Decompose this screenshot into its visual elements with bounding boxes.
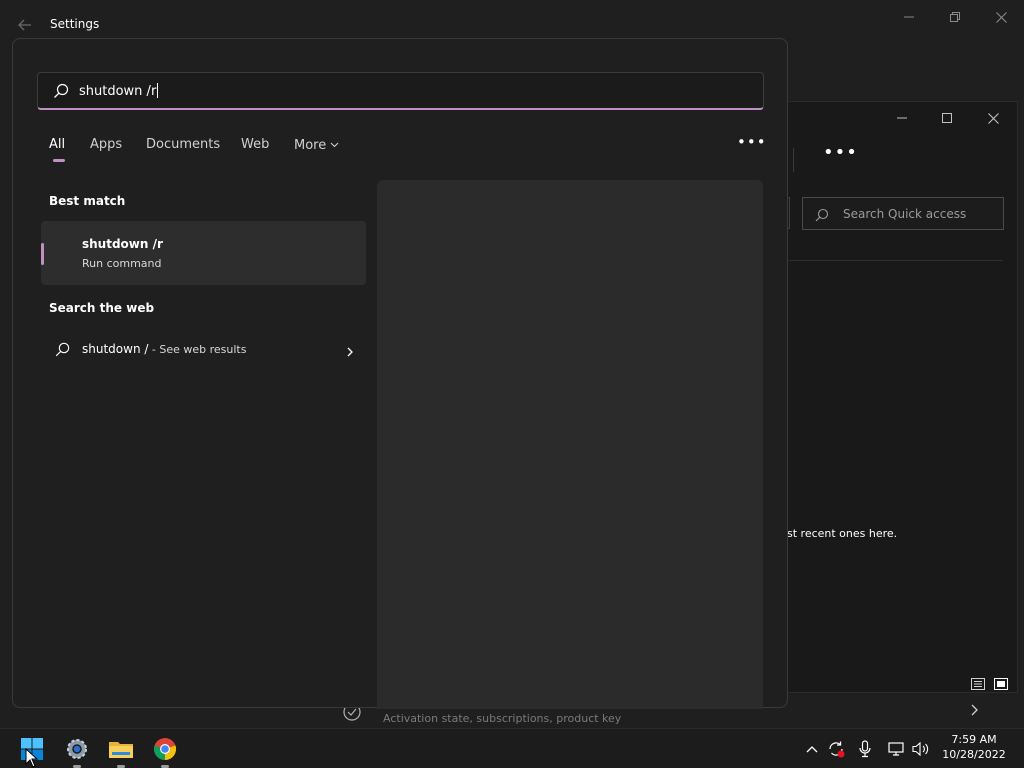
- best-match-heading: Best match: [49, 194, 126, 208]
- chevron-down-icon: [330, 137, 339, 152]
- result-title: shutdown /r: [82, 237, 163, 251]
- web-result-text: shutdown / - See web results: [82, 342, 246, 356]
- restore-icon[interactable]: [940, 6, 970, 28]
- quick-access-search-input[interactable]: Search Quick access: [802, 197, 1004, 230]
- clock-date: 10/28/2022: [942, 748, 1006, 761]
- chevron-right-icon: [344, 343, 356, 357]
- explorer-maximize-icon[interactable]: [932, 107, 962, 129]
- chevron-up-icon[interactable]: [802, 739, 822, 759]
- search-icon: [815, 207, 829, 222]
- sync-error-icon[interactable]: [826, 739, 846, 759]
- details-view-icon[interactable]: [971, 675, 985, 690]
- explorer-minimize-icon[interactable]: [887, 107, 917, 129]
- settings-title: Settings: [50, 17, 100, 31]
- tab-documents[interactable]: Documents: [146, 137, 220, 152]
- taskbar: 7:59 AM 10/28/2022: [0, 728, 1024, 768]
- more-options-icon[interactable]: •••: [737, 133, 767, 151]
- back-arrow-icon[interactable]: [14, 14, 36, 36]
- toolbar-separator: [793, 148, 794, 172]
- file-explorer-window: ••• Search Quick access st recent ones h…: [786, 101, 1018, 693]
- tab-label: Apps: [90, 137, 123, 152]
- mouse-cursor-icon: [25, 747, 39, 768]
- tab-label: All: [49, 137, 66, 152]
- search-input[interactable]: shutdown /r: [37, 72, 764, 110]
- search-web-heading: Search the web: [49, 301, 155, 315]
- web-result[interactable]: shutdown / - See web results: [41, 331, 366, 369]
- activation-text: Activation state, subscriptions, product…: [383, 712, 622, 724]
- result-preview-pane: [377, 180, 763, 709]
- result-subtitle: Run command: [82, 257, 162, 270]
- best-match-result[interactable]: shutdown /r Run command: [41, 221, 366, 285]
- large-icons-view-icon[interactable]: [994, 675, 1008, 690]
- chrome-icon[interactable]: [150, 734, 180, 768]
- tab-label: Web: [241, 137, 270, 152]
- tab-apps[interactable]: Apps: [90, 137, 122, 152]
- search-query: shutdown /r: [79, 84, 157, 99]
- start-search-panel: shutdown /r All Apps Documents Web More …: [12, 38, 788, 709]
- selection-indicator: [41, 243, 44, 265]
- clock-time: 7:59 AM: [951, 733, 997, 746]
- volume-icon[interactable]: [911, 739, 931, 759]
- web-results-suffix: - See web results: [148, 343, 247, 356]
- see-more-icon[interactable]: •••: [823, 144, 858, 162]
- active-tab-indicator: [53, 159, 65, 162]
- network-icon[interactable]: [886, 739, 906, 759]
- tab-web[interactable]: Web: [241, 137, 269, 152]
- explorer-close-icon[interactable]: [978, 107, 1008, 129]
- tab-label: Documents: [146, 137, 221, 152]
- explorer-divider: [787, 260, 1003, 261]
- search-icon: [53, 83, 69, 99]
- minimize-icon[interactable]: [894, 6, 924, 28]
- tab-label: More: [294, 138, 327, 153]
- close-icon[interactable]: [986, 6, 1016, 28]
- settings-icon[interactable]: [62, 734, 92, 768]
- search-placeholder: Search Quick access: [843, 207, 967, 221]
- tab-more[interactable]: More: [294, 137, 339, 153]
- quick-access-empty-text: st recent ones here.: [787, 527, 898, 540]
- clock[interactable]: 7:59 AM 10/28/2022: [938, 732, 1010, 762]
- search-icon: [55, 342, 70, 357]
- web-query-text: shutdown /: [82, 342, 149, 356]
- tab-all[interactable]: All: [49, 137, 66, 162]
- file-explorer-icon[interactable]: [106, 734, 136, 768]
- microphone-icon[interactable]: [855, 739, 875, 759]
- chevron-right-icon: [964, 700, 984, 720]
